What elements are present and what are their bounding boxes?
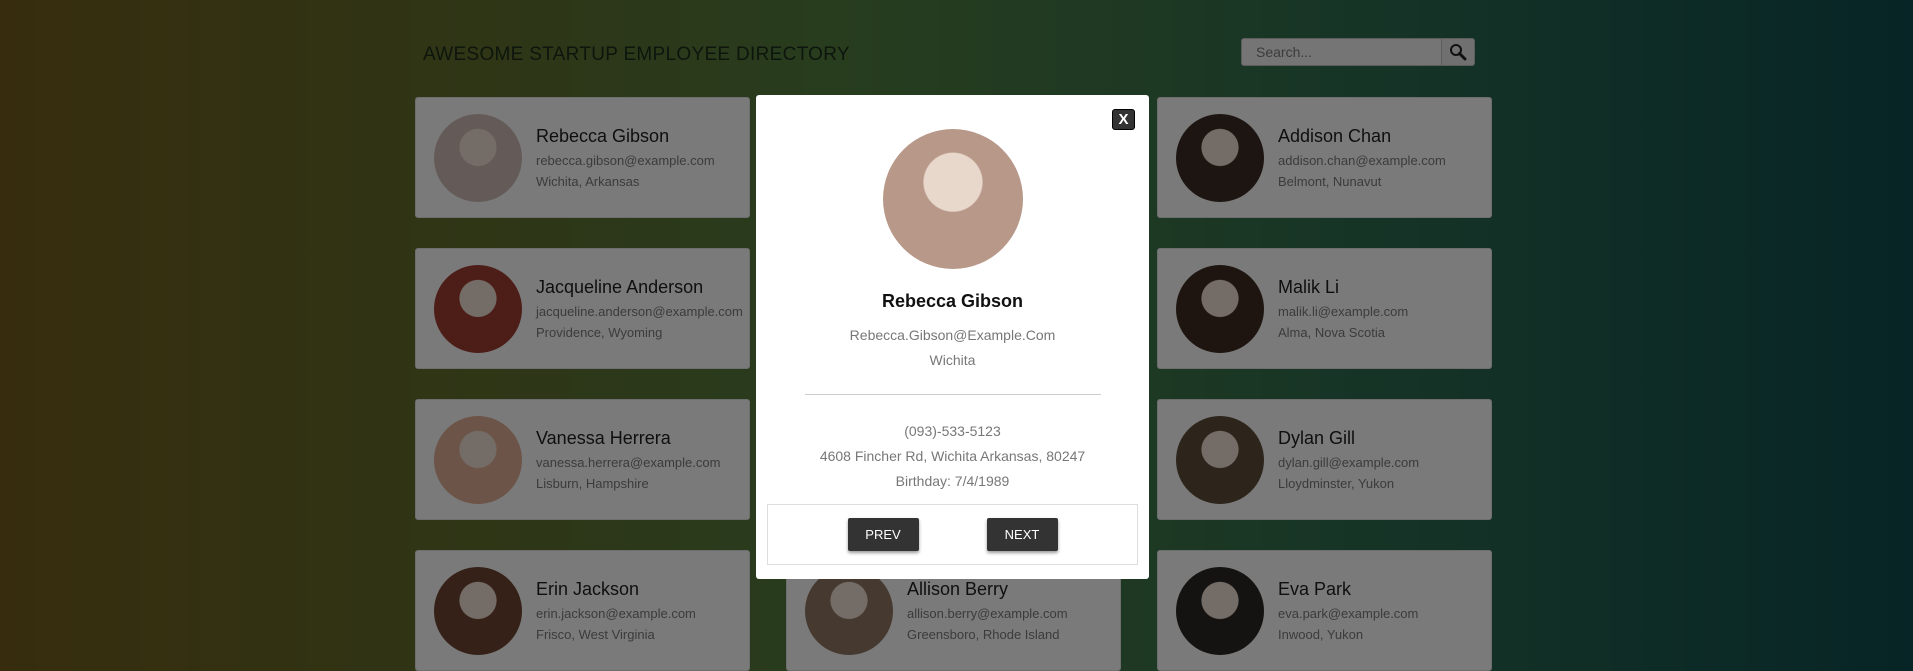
employee-modal: X Rebecca Gibson Rebecca.Gibson@Example.… [756, 95, 1149, 579]
next-button[interactable]: NEXT [986, 518, 1058, 551]
modal-employee-city: Wichita [929, 352, 976, 368]
modal-employee-birthday: Birthday: 7/4/1989 [895, 473, 1010, 489]
modal-employee-address: 4608 Fincher Rd, Wichita Arkansas, 80247 [819, 448, 1086, 464]
modal-employee-phone: (093)-533-5123 [904, 423, 1001, 439]
prev-button[interactable]: PREV [847, 518, 919, 551]
modal-footer: PREV NEXT [767, 504, 1138, 565]
modal-employee-email: Rebecca.Gibson@Example.Com [849, 327, 1056, 343]
close-modal-button[interactable]: X [1112, 109, 1135, 130]
directory-page: AWESOME STARTUP EMPLOYEE DIRECTORY Rebec… [0, 0, 1913, 671]
modal-avatar [882, 129, 1023, 269]
modal-divider [804, 394, 1101, 395]
modal-employee-name: Rebecca Gibson [881, 291, 1024, 311]
